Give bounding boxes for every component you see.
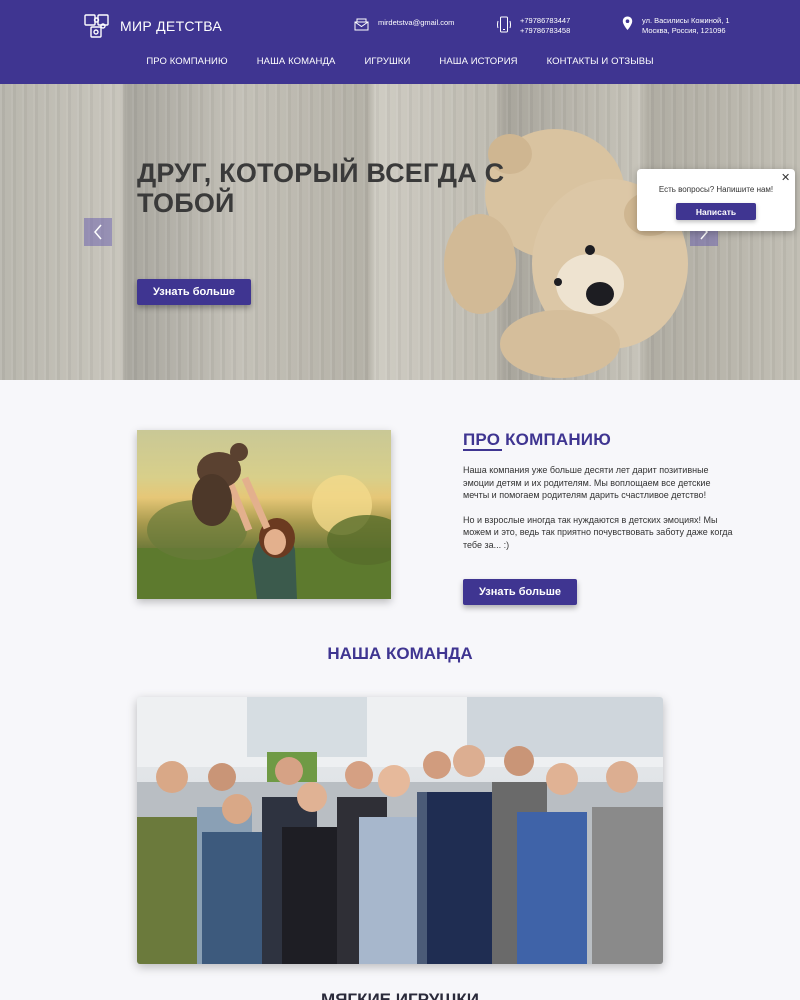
team-photo	[137, 697, 663, 964]
contact-email[interactable]: mirdetstva@gmail.com	[354, 18, 454, 31]
contact-address[interactable]: ул. Василисы Кожиной, 1 Москва, Россия, …	[622, 16, 730, 36]
heading-underline	[463, 449, 502, 451]
hero-title: ДРУГ, КОТОРЫЙ ВСЕГДА С ТОБОЙ	[137, 158, 505, 218]
about-paragraph-2: Но и взрослые иногда так нуждаются в дет…	[463, 514, 733, 550]
girl-with-teddy-image	[137, 443, 391, 599]
email-text: mirdetstva@gmail.com	[378, 18, 455, 27]
main-nav: ПРО КОМПАНИЮ НАША КОМАНДА ИГРУШКИ НАША И…	[0, 56, 800, 67]
phone-icon	[497, 16, 511, 33]
chat-popup: ✕ Есть вопросы? Напишите нам! Написать	[637, 169, 795, 231]
chevron-left-icon	[94, 224, 102, 240]
nav-item-about[interactable]: ПРО КОМПАНИЮ	[146, 56, 227, 67]
contact-phones[interactable]: +79786783447 +79786783458	[497, 16, 570, 36]
mail-icon	[354, 18, 369, 31]
logo[interactable]: МИР ДЕТСТВА	[82, 11, 222, 41]
hero-learn-more-button[interactable]: Узнать больше	[137, 279, 251, 305]
location-pin-icon	[622, 16, 633, 30]
phone-2: +79786783458	[520, 26, 571, 35]
about-heading: ПРО КОМПАНИЮ	[463, 430, 611, 449]
soft-toys-heading: МЯГКИЕ ИГРУШКИ	[321, 990, 479, 1000]
site-header: МИР ДЕТСТВА mirdetstva@gmail.com +797867…	[0, 0, 800, 84]
address-line-1: ул. Василисы Кожиной, 1	[642, 16, 730, 25]
hero-slider: ДРУГ, КОТОРЫЙ ВСЕГДА С ТОБОЙ Узнать боль…	[0, 84, 800, 380]
popup-text: Есть вопросы? Напишите нам!	[658, 185, 774, 194]
address-line-2: Москва, Россия, 121096	[642, 26, 726, 35]
popup-close-icon[interactable]: ✕	[781, 172, 790, 184]
puzzle-logo-icon	[84, 14, 109, 38]
about-text: Наша компания уже больше десяти лет дари…	[463, 464, 733, 551]
team-group-image	[137, 697, 663, 964]
team-heading: НАША КОМАНДА	[327, 644, 473, 663]
about-photo	[137, 430, 391, 599]
nav-item-history[interactable]: НАША ИСТОРИЯ	[439, 56, 517, 67]
about-learn-more-button[interactable]: Узнать больше	[463, 579, 577, 605]
nav-item-toys[interactable]: ИГРУШКИ	[364, 56, 410, 67]
popup-write-button[interactable]: Написать	[676, 203, 756, 220]
brand-name: МИР ДЕТСТВА	[120, 18, 223, 34]
slider-prev-button[interactable]	[84, 218, 112, 246]
nav-item-contacts[interactable]: КОНТАКТЫ И ОТЗЫВЫ	[547, 56, 654, 67]
phone-1: +79786783447	[520, 16, 571, 25]
teddy-bear-image	[444, 129, 688, 378]
nav-item-team[interactable]: НАША КОМАНДА	[257, 56, 336, 67]
about-paragraph-1: Наша компания уже больше десяти лет дари…	[463, 465, 711, 500]
